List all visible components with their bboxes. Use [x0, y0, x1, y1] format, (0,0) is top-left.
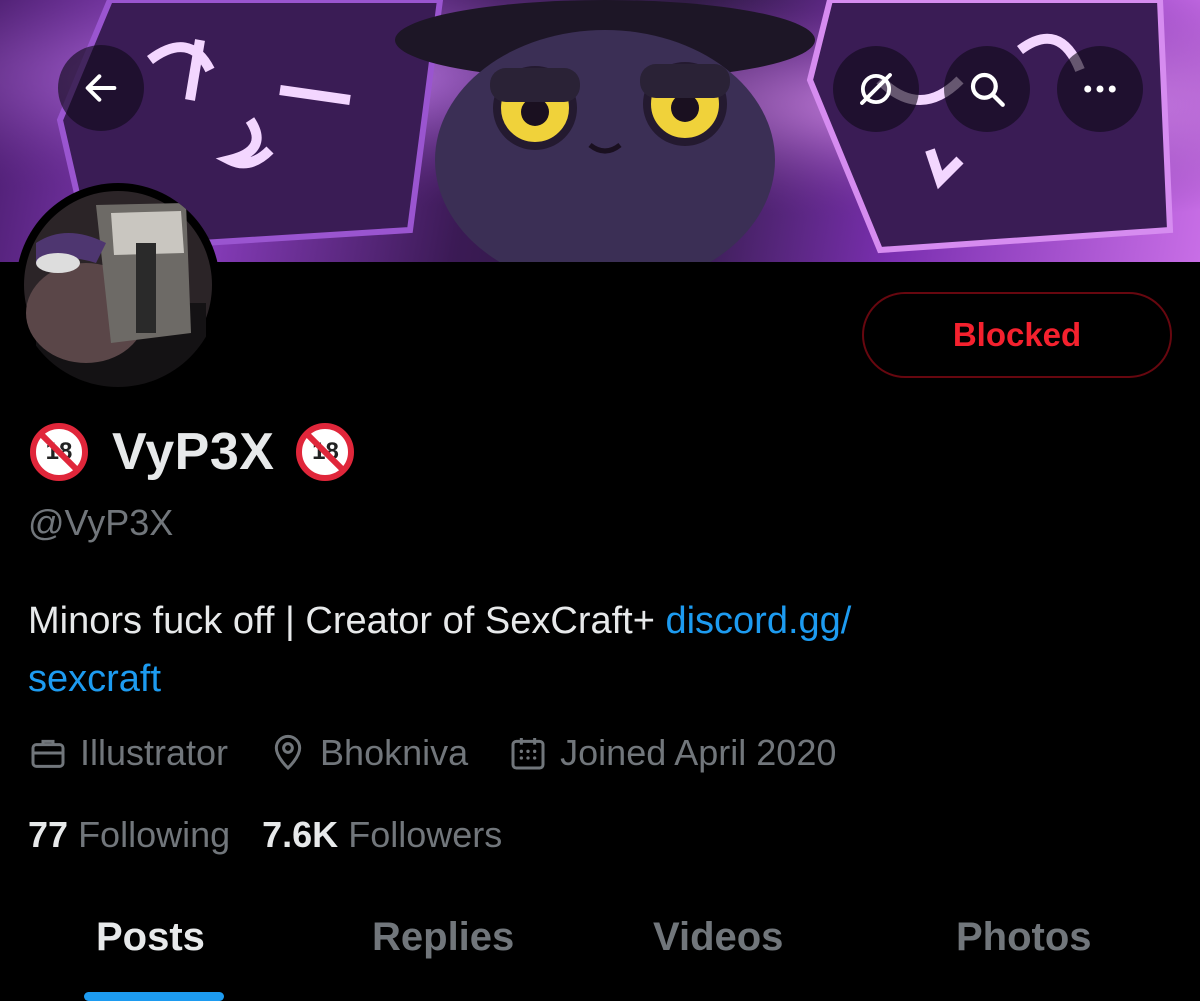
- more-options-button[interactable]: [1057, 46, 1143, 132]
- adult-content-badge-left: 18: [30, 423, 88, 481]
- active-tab-indicator: [84, 992, 224, 1001]
- profile-meta: Illustrator Bhokniva Joined April 2020: [28, 728, 876, 778]
- follow-stats: 77 Following 7.6K Followers: [28, 810, 534, 860]
- more-horizontal-icon: [1084, 85, 1116, 93]
- bio-text: Minors fuck off | Creator of SexCraft+: [28, 600, 666, 642]
- briefcase-icon: [31, 739, 65, 768]
- arrow-left-icon: [85, 74, 117, 102]
- following-count: 77: [28, 814, 69, 855]
- tab-posts[interactable]: Posts: [96, 915, 205, 960]
- followers-count: 7.6K: [262, 814, 339, 855]
- location-item: Bhokniva: [268, 732, 468, 774]
- grok-icon: [860, 73, 892, 105]
- profile-tabs: Posts Replies Videos Photos: [0, 905, 1200, 1001]
- calendar-icon: [511, 738, 545, 770]
- joined-item: Joined April 2020: [508, 732, 836, 774]
- blocked-button[interactable]: Blocked: [862, 292, 1172, 378]
- location-label: Bhokniva: [320, 732, 469, 773]
- followers-label: Followers: [348, 814, 503, 855]
- profession-label: Illustrator: [80, 732, 229, 773]
- tab-replies[interactable]: Replies: [372, 915, 514, 960]
- bio-link-line2[interactable]: sexcraft: [28, 658, 161, 700]
- profession-item: Illustrator: [28, 732, 228, 774]
- display-name: VyP3X: [112, 423, 275, 481]
- bio-link-line1[interactable]: discord.gg/: [665, 600, 851, 642]
- user-handle: @VyP3X: [28, 502, 174, 543]
- display-name-row: 18 VyP3X 18: [30, 420, 355, 484]
- location-pin-icon: [274, 734, 302, 771]
- tab-photos[interactable]: Photos: [956, 915, 1092, 960]
- grok-button[interactable]: [833, 46, 919, 132]
- search-icon: [970, 72, 1005, 107]
- tab-videos[interactable]: Videos: [653, 915, 783, 960]
- back-button[interactable]: [58, 45, 144, 131]
- followers-link[interactable]: 7.6K Followers: [262, 814, 502, 856]
- following-label: Following: [78, 814, 231, 855]
- joined-label: Joined April 2020: [560, 732, 837, 773]
- following-link[interactable]: 77 Following: [28, 814, 230, 856]
- avatar[interactable]: [16, 183, 220, 387]
- search-button[interactable]: [944, 46, 1030, 132]
- adult-content-badge-right: 18: [296, 423, 355, 481]
- bio: Minors fuck off | Creator of SexCraft+ d…: [28, 592, 1148, 708]
- avatar-image: [24, 191, 212, 387]
